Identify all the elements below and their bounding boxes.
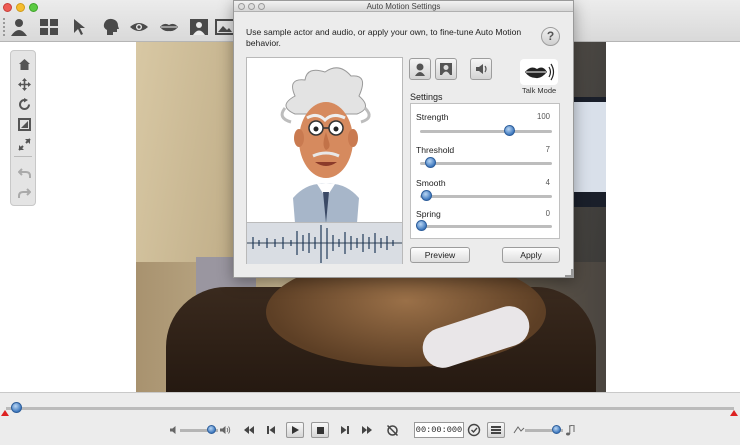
apply-button[interactable]: Apply [502,247,560,263]
timeline-playhead[interactable] [11,402,22,413]
stop-button[interactable] [311,422,329,438]
head-icon[interactable] [100,18,122,36]
play-button[interactable] [286,422,304,438]
move-icon[interactable] [15,76,33,92]
speed-slider-knob[interactable] [552,425,561,434]
talk-mode-button[interactable] [520,59,558,85]
rotate-icon[interactable] [15,96,33,112]
timeline-view-button[interactable] [487,422,505,438]
spring-value: 0 [545,209,550,218]
previous-frame-icon[interactable] [263,423,279,437]
home-icon[interactable] [15,56,33,72]
spring-label: Spring [416,209,441,219]
help-button[interactable]: ? [541,27,560,46]
load-actor-button[interactable] [409,58,431,80]
dialog-close-button[interactable] [238,3,245,10]
load-image-button[interactable] [435,58,457,80]
loop-off-icon[interactable] [384,423,400,437]
threshold-label: Threshold [416,145,455,155]
dialog-minimize-button[interactable] [248,3,255,10]
volume-loud-icon[interactable] [217,423,233,437]
timeline-start-marker [1,410,9,416]
preview-button[interactable]: Preview [410,247,470,263]
zoom-window-button[interactable] [29,3,38,12]
fit-icon[interactable] [15,116,33,132]
spring-slider-knob[interactable] [416,220,427,231]
close-window-button[interactable] [3,3,12,12]
eye-icon[interactable] [128,18,150,36]
rewind-icon[interactable] [241,423,257,437]
threshold-value: 7 [545,145,550,154]
fast-forward-icon[interactable] [359,423,375,437]
expand-icon[interactable] [15,136,33,152]
next-frame-icon[interactable] [337,423,353,437]
resize-grip[interactable] [565,269,573,277]
portrait-icon[interactable] [188,18,210,36]
spring-slider[interactable] [420,225,552,228]
actor-icon[interactable] [8,18,30,36]
smooth-slider[interactable] [420,195,552,198]
actor-character-image [280,67,371,223]
minimize-window-button[interactable] [16,3,25,12]
threshold-slider[interactable] [420,162,552,165]
dialog-title: Auto Motion Settings [234,1,573,12]
music-note-icon[interactable] [562,423,578,437]
timeline-track[interactable] [6,407,734,410]
scene-grid-icon[interactable] [38,18,60,36]
toolbar-grip [3,18,6,36]
timeline-end-marker [730,410,738,416]
smooth-label: Smooth [416,178,446,188]
settings-label: Settings [410,92,443,102]
threshold-slider-knob[interactable] [424,157,436,168]
redo-icon[interactable] [15,184,33,200]
record-timer-icon[interactable] [466,423,482,437]
strength-slider[interactable] [420,130,552,133]
dialog-description: Use sample actor and audio, or apply you… [246,27,522,48]
talk-mode-label: Talk Mode [522,86,557,95]
lips-icon[interactable] [158,18,180,36]
auto-motion-settings-dialog: Auto Motion Settings Use sample actor an… [233,0,574,278]
dialog-zoom-button[interactable] [258,3,265,10]
pointer-icon[interactable] [70,18,92,36]
strength-label: Strength [416,112,449,122]
volume-slider-knob[interactable] [207,425,216,434]
strength-slider-knob[interactable] [503,125,515,136]
undo-icon[interactable] [15,164,33,180]
playback-bar [0,392,740,445]
tools-divider [14,156,32,157]
strength-value: 100 [536,112,550,121]
load-audio-button[interactable] [470,58,492,80]
time-display[interactable]: 00:00:000 [414,422,464,438]
audio-waveform [247,222,402,264]
smooth-value: 4 [545,178,550,187]
smooth-slider-knob[interactable] [421,190,432,201]
